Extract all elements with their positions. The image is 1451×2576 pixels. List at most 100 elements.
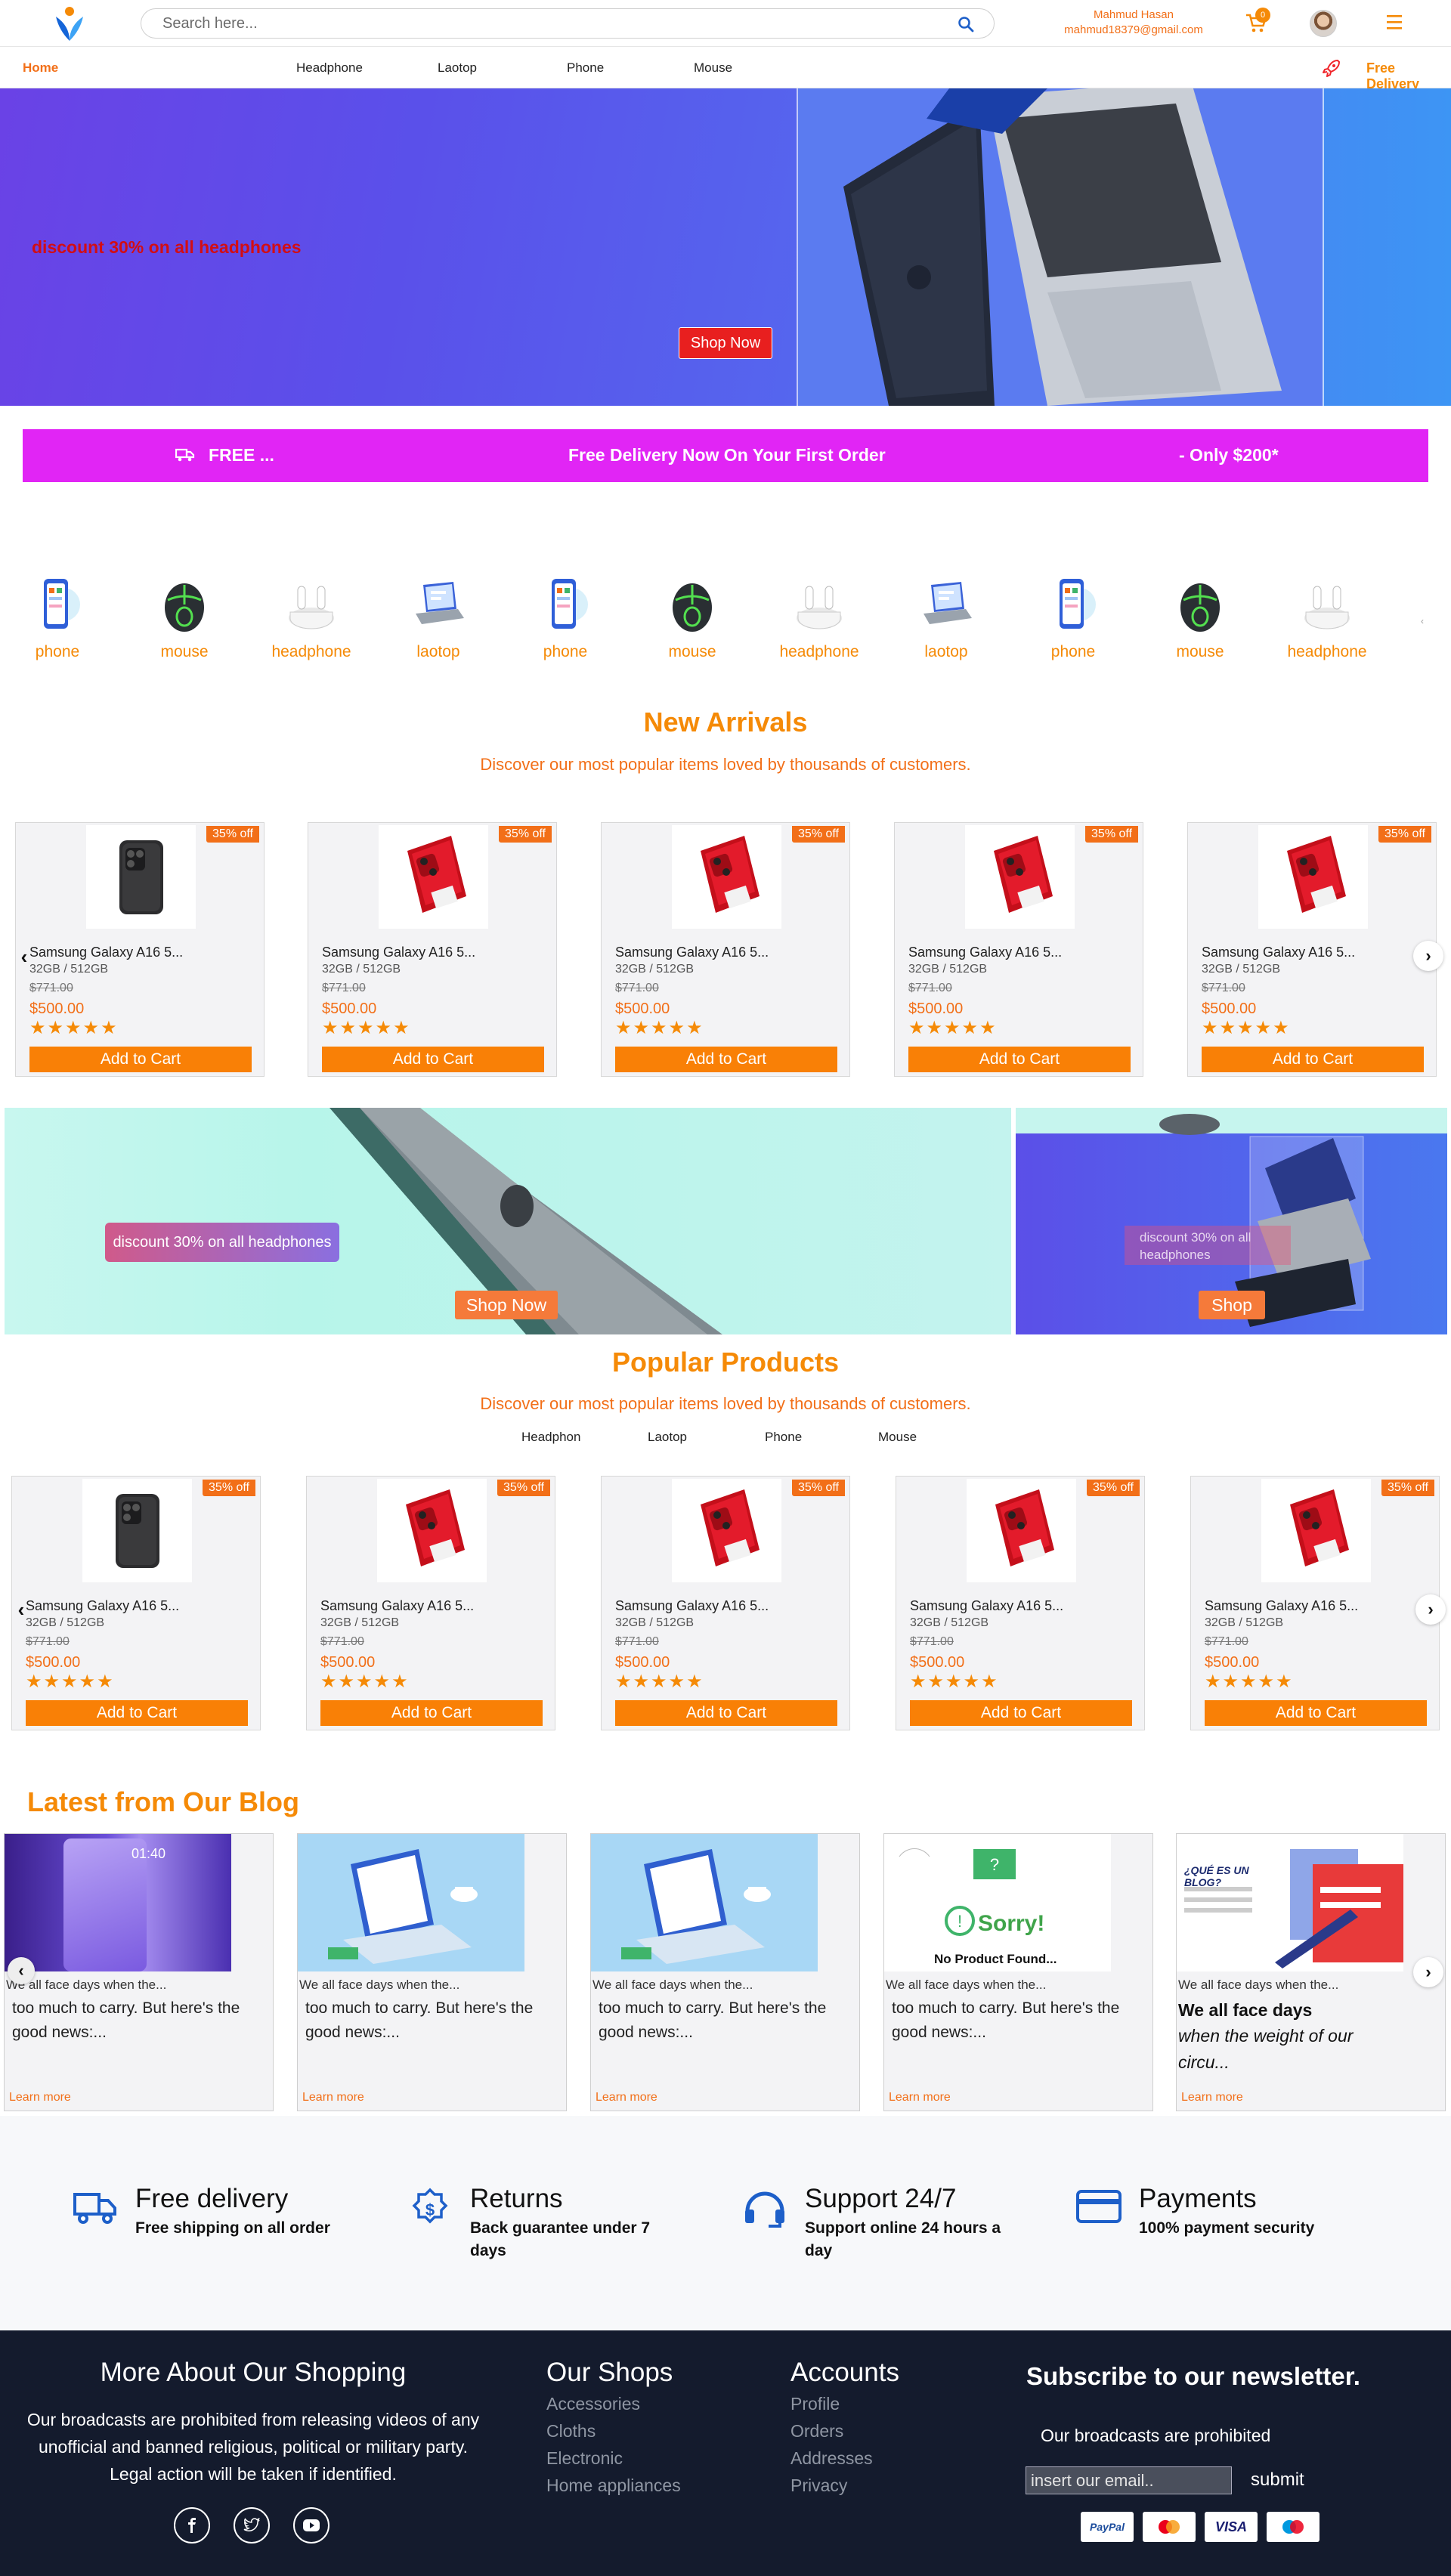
blog-learn-more-link[interactable]: Learn more bbox=[9, 2091, 71, 2104]
product-image[interactable] bbox=[672, 1479, 781, 1582]
nav-free-delivery[interactable]: Free Delivery bbox=[1366, 60, 1451, 92]
nav-laptop[interactable]: Laotop bbox=[438, 60, 477, 76]
footer-account-link[interactable]: Privacy bbox=[790, 2475, 847, 2496]
add-to-cart-button[interactable]: Add to Cart bbox=[908, 1047, 1131, 1072]
footer-account-link[interactable]: Orders bbox=[790, 2421, 843, 2441]
category-item-mouse[interactable]: mouse bbox=[643, 574, 741, 661]
logo-icon[interactable] bbox=[53, 5, 86, 42]
add-to-cart-button[interactable]: Add to Cart bbox=[320, 1700, 543, 1726]
blog-learn-more-link[interactable]: Learn more bbox=[1181, 2091, 1243, 2104]
product-card[interactable]: 35% off Samsung Galaxy A16 5... 32GB / 512… bbox=[1187, 822, 1437, 1077]
footer-shop-link[interactable]: Home appliances bbox=[546, 2475, 681, 2496]
product-name[interactable]: Samsung Galaxy A16 5... bbox=[615, 1598, 769, 1614]
newsletter-submit-button[interactable]: submit bbox=[1251, 2469, 1304, 2491]
product-image[interactable] bbox=[377, 1479, 487, 1582]
add-to-cart-button[interactable]: Add to Cart bbox=[615, 1700, 837, 1726]
banner-left-shop-button[interactable]: Shop Now bbox=[455, 1291, 558, 1319]
add-to-cart-button[interactable]: Add to Cart bbox=[322, 1047, 544, 1072]
footer-account-link[interactable]: Profile bbox=[790, 2394, 840, 2414]
footer-shop-link[interactable]: Accessories bbox=[546, 2394, 640, 2414]
avatar[interactable] bbox=[1310, 10, 1337, 37]
blog-learn-more-link[interactable]: Learn more bbox=[596, 2091, 657, 2104]
category-item-phone[interactable]: phone bbox=[1024, 574, 1122, 661]
twitter-icon[interactable] bbox=[234, 2507, 270, 2544]
blog-card[interactable]: We all face days when the... too much to… bbox=[297, 1833, 567, 2111]
carousel-next-button[interactable]: › bbox=[1413, 941, 1443, 971]
product-card[interactable]: 35% off Samsung Galaxy A16 5... 32GB / 512… bbox=[601, 1476, 850, 1730]
product-card[interactable]: 35% off Samsung Galaxy A16 5... 32GB / 512… bbox=[1190, 1476, 1440, 1730]
product-name[interactable]: Samsung Galaxy A16 5... bbox=[29, 945, 183, 960]
tab-laptop[interactable]: Laotop bbox=[648, 1430, 687, 1445]
category-item-headphone[interactable]: headphone bbox=[262, 574, 360, 661]
product-image[interactable] bbox=[672, 825, 781, 929]
category-item-headphone[interactable]: headphone bbox=[770, 574, 868, 661]
nav-mouse[interactable]: Mouse bbox=[694, 60, 732, 76]
product-name[interactable]: Samsung Galaxy A16 5... bbox=[26, 1598, 179, 1614]
category-item-phone[interactable]: phone bbox=[516, 574, 614, 661]
category-item-laotop[interactable]: laotop bbox=[897, 574, 995, 661]
footer-shop-link[interactable]: Cloths bbox=[546, 2421, 596, 2441]
carousel-prev-button[interactable]: ‹ bbox=[8, 1957, 35, 1984]
carousel-prev-button[interactable]: ‹ bbox=[6, 1594, 36, 1625]
product-image[interactable] bbox=[82, 1479, 192, 1582]
facebook-icon[interactable] bbox=[174, 2507, 210, 2544]
nav-home[interactable]: Home bbox=[23, 60, 58, 76]
blog-learn-more-link[interactable]: Learn more bbox=[302, 2091, 364, 2104]
product-image[interactable] bbox=[1261, 1479, 1371, 1582]
product-card[interactable]: 35% off Samsung Galaxy A16 5... 32GB / 512… bbox=[306, 1476, 555, 1730]
hero-shop-now-button[interactable]: Shop Now bbox=[679, 327, 772, 359]
user-info[interactable]: Mahmud Hasan mahmud18379@gmail.com bbox=[1035, 8, 1232, 38]
product-name[interactable]: Samsung Galaxy A16 5... bbox=[615, 945, 769, 960]
product-name[interactable]: Samsung Galaxy A16 5... bbox=[320, 1598, 474, 1614]
blog-card[interactable]: 01:40 We all face days when the... too m… bbox=[4, 1833, 274, 2111]
carousel-next-button[interactable]: › bbox=[1415, 1594, 1446, 1625]
add-to-cart-button[interactable]: Add to Cart bbox=[26, 1700, 248, 1726]
add-to-cart-button[interactable]: Add to Cart bbox=[615, 1047, 837, 1072]
blog-learn-more-link[interactable]: Learn more bbox=[889, 2091, 951, 2104]
category-item-headphone[interactable]: headphone bbox=[1278, 574, 1376, 661]
product-name[interactable]: Samsung Galaxy A16 5... bbox=[1202, 945, 1355, 960]
nav-phone[interactable]: Phone bbox=[567, 60, 604, 76]
blog-card[interactable]: ¿QUÉ ES UN BLOG? We all face days when t… bbox=[1176, 1833, 1446, 2111]
tab-mouse[interactable]: Mouse bbox=[878, 1430, 917, 1445]
carousel-next-button[interactable]: › bbox=[1413, 1957, 1443, 1987]
category-item-laotop[interactable]: laotop bbox=[389, 574, 487, 661]
newsletter-email-input[interactable] bbox=[1026, 2466, 1232, 2494]
nav-headphone[interactable]: Headphone bbox=[296, 60, 363, 76]
product-image[interactable] bbox=[967, 1479, 1076, 1582]
product-image[interactable] bbox=[1258, 825, 1368, 929]
product-name[interactable]: Samsung Galaxy A16 5... bbox=[910, 1598, 1063, 1614]
footer-account-link[interactable]: Addresses bbox=[790, 2448, 873, 2469]
product-name[interactable]: Samsung Galaxy A16 5... bbox=[322, 945, 475, 960]
product-card[interactable]: 35% off Samsung Galaxy A16 5... 32GB / 512… bbox=[15, 822, 265, 1077]
product-card[interactable]: 35% off Samsung Galaxy A16 5... 32GB / 512… bbox=[601, 822, 850, 1077]
menu-icon[interactable] bbox=[1384, 13, 1404, 31]
category-item-mouse[interactable]: mouse bbox=[1151, 574, 1249, 661]
product-card[interactable]: 35% off Samsung Galaxy A16 5... 32GB / 512… bbox=[11, 1476, 261, 1730]
add-to-cart-button[interactable]: Add to Cart bbox=[1205, 1700, 1427, 1726]
carousel-prev-button[interactable]: ‹ bbox=[9, 942, 39, 972]
tab-headphone[interactable]: Headphon bbox=[521, 1430, 580, 1445]
footer-shop-link[interactable]: Electronic bbox=[546, 2448, 623, 2469]
product-card[interactable]: 35% off Samsung Galaxy A16 5... 32GB / 512… bbox=[894, 822, 1143, 1077]
category-item-mouse[interactable]: mouse bbox=[135, 574, 234, 661]
banner-right-shop-button[interactable]: Shop bbox=[1199, 1291, 1265, 1319]
search-input[interactable] bbox=[162, 14, 918, 32]
add-to-cart-button[interactable]: Add to Cart bbox=[910, 1700, 1132, 1726]
tab-phone[interactable]: Phone bbox=[765, 1430, 802, 1445]
blog-card[interactable]: ?! Sorry! No Product Found... We all fac… bbox=[883, 1833, 1153, 2111]
category-item-phone[interactable]: phone bbox=[8, 574, 107, 661]
product-name[interactable]: Samsung Galaxy A16 5... bbox=[1205, 1598, 1358, 1614]
product-image[interactable] bbox=[379, 825, 488, 929]
search-icon[interactable] bbox=[958, 16, 974, 32]
product-image[interactable] bbox=[86, 825, 196, 929]
youtube-icon[interactable] bbox=[293, 2507, 329, 2544]
blog-card[interactable]: We all face days when the... too much to… bbox=[590, 1833, 860, 2111]
product-name[interactable]: Samsung Galaxy A16 5... bbox=[908, 945, 1062, 960]
add-to-cart-button[interactable]: Add to Cart bbox=[29, 1047, 252, 1072]
add-to-cart-button[interactable]: Add to Cart bbox=[1202, 1047, 1424, 1072]
product-card[interactable]: 35% off Samsung Galaxy A16 5... 32GB / 512… bbox=[896, 1476, 1145, 1730]
product-card[interactable]: 35% off Samsung Galaxy A16 5... 32GB / 512… bbox=[308, 822, 557, 1077]
chevron-right-icon[interactable]: ‹ bbox=[1421, 616, 1424, 626]
product-image[interactable] bbox=[965, 825, 1075, 929]
